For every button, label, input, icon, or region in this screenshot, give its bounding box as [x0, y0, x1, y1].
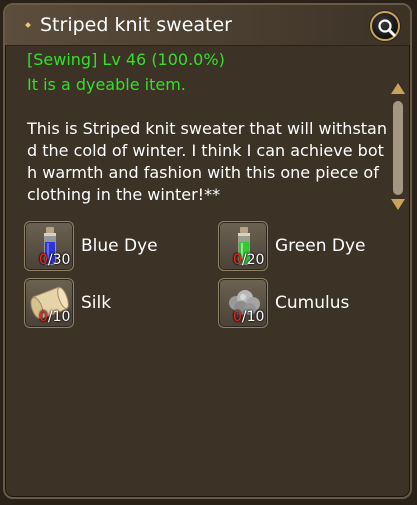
item-tooltip-panel: Striped knit sweater [Sewing] Lv 46 (100…	[3, 3, 412, 499]
scroll-down-arrow-icon[interactable]	[391, 199, 405, 210]
material-name: Cumulus	[275, 293, 350, 313]
material-count: 0/20	[233, 252, 265, 268]
skill-level-text: [Sewing] Lv 46 (100.0%)	[27, 50, 225, 69]
title-bullet-icon	[25, 22, 31, 28]
material-count: 0/10	[39, 309, 71, 325]
material-name: Silk	[81, 293, 112, 313]
material-slot[interactable]: 0/10	[218, 278, 268, 328]
material-green-dye[interactable]: 0/20 Green Dye	[218, 221, 398, 273]
item-title: Striped knit sweater	[40, 14, 232, 36]
material-slot[interactable]: 0/10	[24, 278, 74, 328]
material-slot[interactable]: 0/30	[24, 221, 74, 271]
scrollbar-thumb[interactable]	[393, 101, 403, 195]
material-slot[interactable]: 0/20	[218, 221, 268, 271]
material-silk[interactable]: 0/10 Silk	[24, 278, 204, 330]
scroll-up-arrow-icon[interactable]	[391, 83, 405, 94]
material-name: Green Dye	[275, 236, 366, 256]
title-bar: Striped knit sweater	[5, 5, 410, 46]
zoom-button[interactable]	[370, 11, 400, 41]
material-cumulus[interactable]: 0/10 Cumulus	[218, 278, 398, 330]
material-name: Blue Dye	[81, 236, 158, 256]
material-count: 0/30	[39, 252, 71, 268]
item-description: This is Striped knit sweater that will w…	[27, 119, 387, 204]
material-count: 0/10	[233, 309, 265, 325]
dyeable-text: It is a dyeable item.	[27, 75, 186, 94]
material-blue-dye[interactable]: 0/30 Blue Dye	[24, 221, 204, 273]
magnifier-icon	[378, 19, 396, 37]
